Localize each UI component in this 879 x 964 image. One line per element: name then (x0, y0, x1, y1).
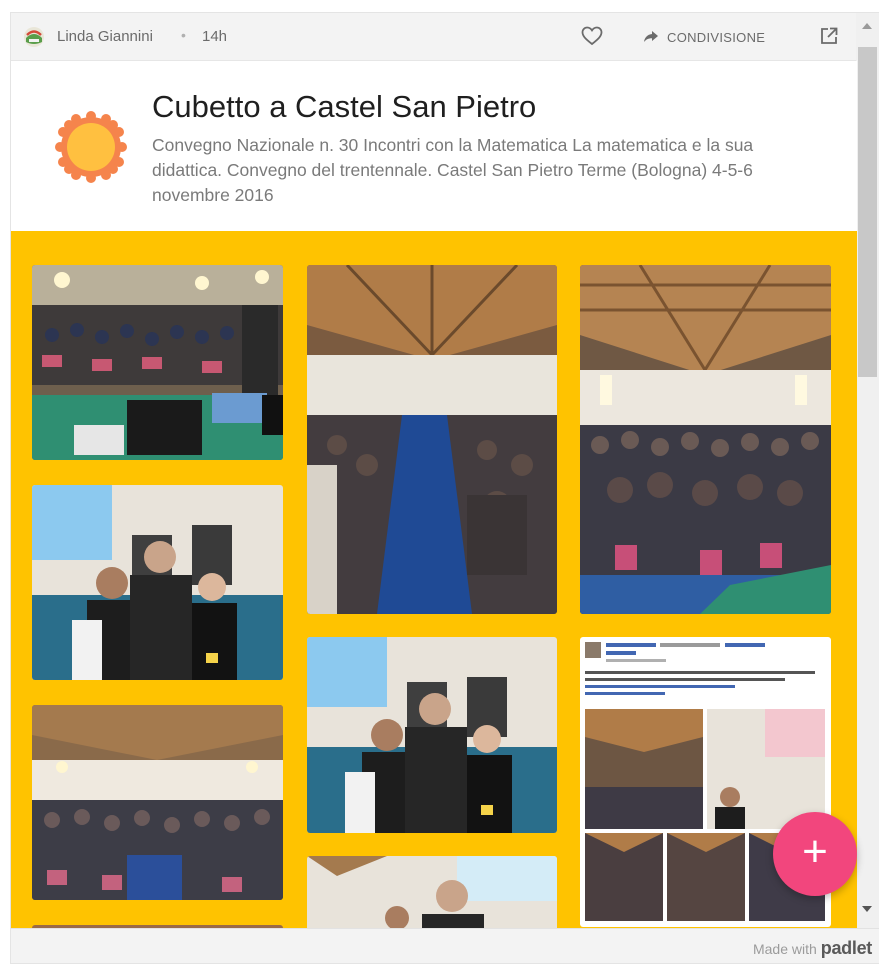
photo-speakers-3[interactable] (307, 856, 557, 928)
share-arrow-icon (644, 31, 658, 42)
open-external-icon[interactable] (819, 26, 839, 46)
post-age: 14h (202, 28, 228, 45)
photo-speakers-1[interactable] (32, 485, 283, 680)
photo-speakers-2[interactable] (307, 637, 557, 833)
author-name[interactable]: Linda Giannini (57, 28, 153, 45)
made-with-padlet[interactable]: Made with padlet (753, 938, 872, 959)
post-topbar: Linda Giannini • 14h CONDIVISIONE (11, 13, 857, 61)
scroll-down-arrow-icon[interactable] (862, 906, 872, 912)
padlet-header: Cubetto a Castel San Pietro Convegno Naz… (11, 61, 857, 231)
page-title: Cubetto a Castel San Pietro (152, 89, 537, 124)
made-with-text: Made with (752, 941, 817, 957)
share-button[interactable]: CONDIVISIONE (643, 26, 765, 48)
vertical-scrollbar[interactable] (856, 13, 879, 928)
add-post-button[interactable]: + (773, 812, 857, 896)
photo-hall-audience[interactable] (580, 265, 831, 614)
separator-dot: • (181, 27, 186, 43)
footer-bar: Made with padlet (11, 928, 879, 963)
scroll-thumb[interactable] (858, 47, 877, 377)
photo-audience-2[interactable] (32, 705, 283, 900)
photo-hall-aisle[interactable] (307, 265, 557, 614)
plus-icon: + (802, 827, 828, 876)
share-label: CONDIVISIONE (667, 29, 766, 45)
photo-audience-1[interactable] (32, 265, 283, 460)
avatar-icon (24, 27, 44, 47)
heart-icon[interactable] (581, 26, 603, 46)
scroll-up-arrow-icon[interactable] (862, 23, 872, 29)
padlet-board (11, 231, 857, 928)
sun-icon (55, 111, 127, 183)
page-subtitle: Convegno Nazionale n. 30 Incontri con la… (152, 135, 754, 205)
padlet-logo: padlet (820, 938, 873, 958)
padlet-card: Linda Giannini • 14h CONDIVISIONE Cubett… (10, 12, 879, 964)
